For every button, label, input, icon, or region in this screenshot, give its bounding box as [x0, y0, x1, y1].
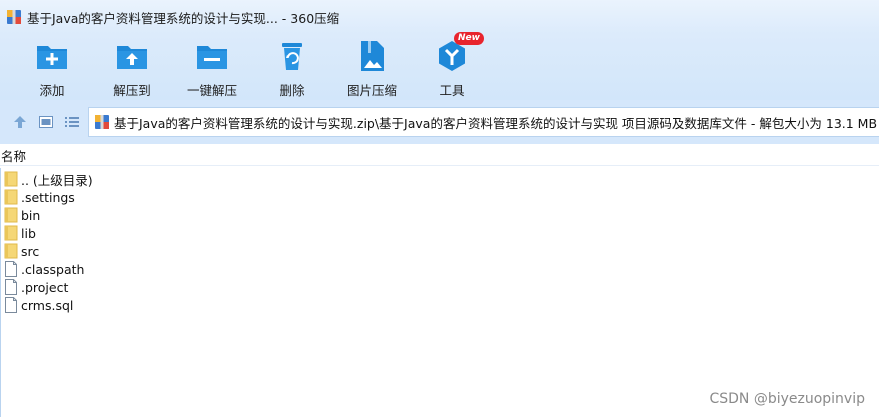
list-item[interactable]: bin: [4, 206, 40, 224]
archive-app-icon: [7, 10, 21, 24]
file-icon: [5, 261, 17, 277]
one-click-extract-icon: [194, 38, 230, 74]
address-row: 基于Java的客户资料管理系统的设计与实现.zip\基于Java的客户资料管理系…: [0, 100, 879, 144]
list-item[interactable]: src: [4, 242, 39, 260]
address-bar[interactable]: 基于Java的客户资料管理系统的设计与实现.zip\基于Java的客户资料管理系…: [88, 107, 879, 137]
list-icon: [65, 117, 79, 127]
folder-icon: [4, 171, 18, 187]
add-icon: [34, 38, 70, 74]
list-item-parent-dir[interactable]: .. (上级目录): [4, 170, 93, 188]
extract-to-button[interactable]: 解压到: [94, 38, 170, 98]
file-icon: [5, 279, 17, 295]
view-list-button[interactable]: [63, 113, 81, 131]
file-icon: [5, 297, 17, 313]
toolbar: 添加 解压到 一键解压 删除 图片压缩 New 工具: [0, 32, 879, 100]
tools-icon: New: [434, 32, 484, 74]
folder-icon: [4, 207, 18, 223]
up-button[interactable]: [11, 113, 29, 131]
address-path: 基于Java的客户资料管理系统的设计与实现.zip\基于Java的客户资料管理系…: [114, 115, 878, 131]
folder-icon: [4, 189, 18, 205]
window-title: 基于Java的客户资料管理系统的设计与实现... - 360压缩: [27, 10, 340, 26]
extract-to-icon: [114, 38, 150, 74]
zip-archive-icon: [95, 115, 109, 129]
arrow-up-icon: [14, 116, 26, 128]
tools-button[interactable]: New 工具: [414, 32, 490, 98]
app-window: 基于Java的客户资料管理系统的设计与实现... - 360压缩 添加 解压到 …: [0, 0, 879, 417]
view-details-button[interactable]: [37, 113, 55, 131]
list-item[interactable]: .settings: [4, 188, 75, 206]
list-item[interactable]: .project: [4, 278, 68, 296]
add-button[interactable]: 添加: [14, 38, 90, 98]
list-item[interactable]: .classpath: [4, 260, 84, 278]
title-bar: 基于Java的客户资料管理系统的设计与实现... - 360压缩: [0, 0, 879, 34]
image-compress-icon: [354, 38, 390, 74]
column-header: 名称: [0, 146, 879, 166]
folder-icon: [4, 225, 18, 241]
one-click-extract-button[interactable]: 一键解压: [174, 38, 250, 98]
new-badge: New: [454, 32, 484, 45]
view-icon: [39, 116, 53, 128]
column-name-header[interactable]: 名称: [1, 146, 26, 165]
delete-icon: [274, 38, 310, 74]
folder-icon: [4, 243, 18, 259]
watermark: CSDN @biyezuopinvip: [709, 391, 865, 407]
delete-button[interactable]: 删除: [254, 38, 330, 98]
list-item[interactable]: lib: [4, 224, 36, 242]
image-compress-button[interactable]: 图片压缩: [334, 38, 410, 98]
file-list: .. (上级目录) .settings bin lib src .classpa…: [0, 168, 879, 417]
list-item[interactable]: crms.sql: [4, 296, 73, 314]
